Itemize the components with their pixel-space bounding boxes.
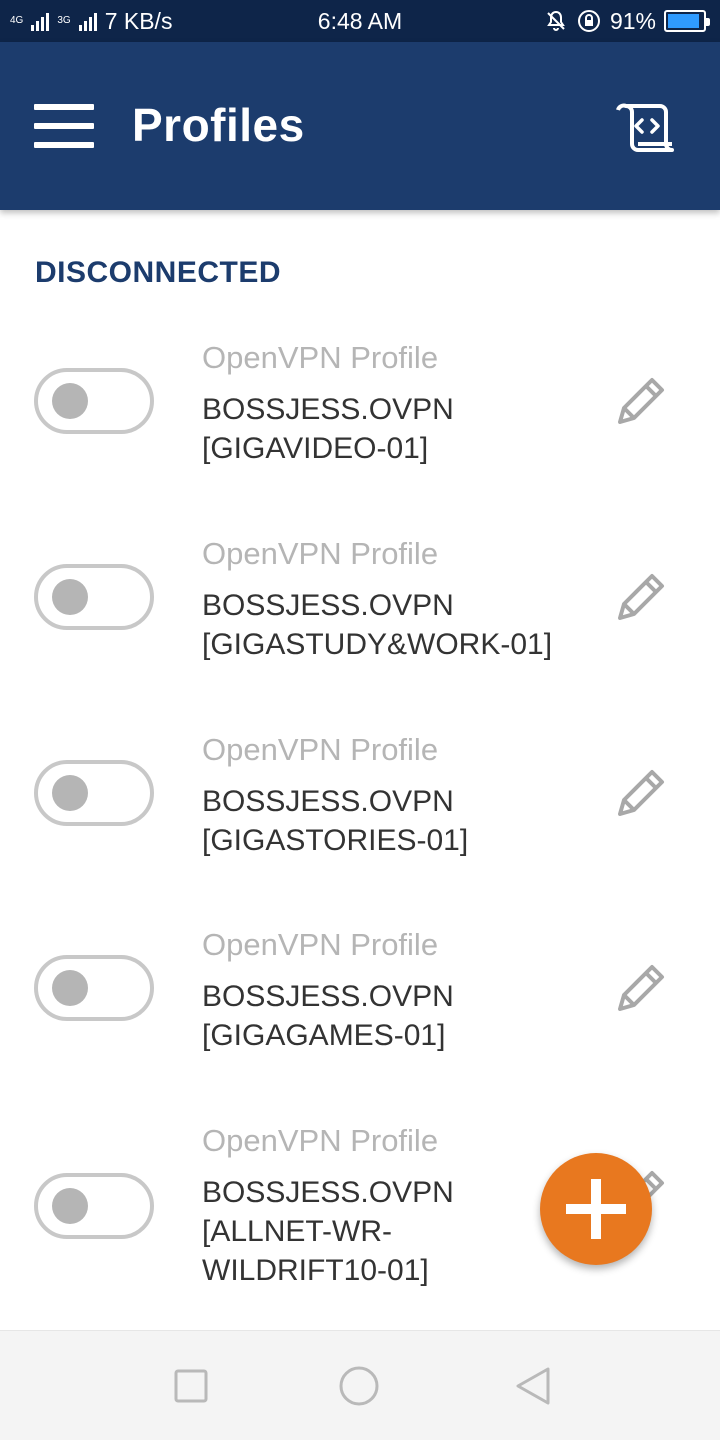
pencil-icon[interactable] [612,764,670,822]
connection-toggle[interactable] [34,760,154,826]
profile-row: OpenVPN Profile BOSSJESS.OVPN [GIGASTORI… [0,722,720,912]
profile-name[interactable]: BOSSJESS.OVPN [GIGASTUDY&WORK-01] [202,586,592,664]
square-icon[interactable] [170,1365,212,1407]
status-bar: 4G 3G 7 KB/s 6:48 AM 91% [0,0,720,42]
triangle-back-icon[interactable] [512,1365,554,1407]
toggle-knob [52,383,88,419]
add-profile-button[interactable] [540,1153,652,1265]
profile-type: OpenVPN Profile [202,927,439,962]
signal-strength-icon-2 [78,11,97,31]
toggle-knob [52,579,88,615]
profile-row: OpenVPN Profile BOSSJESS.OVPN [GIGAVIDEO… [0,330,720,520]
profile-name[interactable]: BOSSJESS.OVPN [GIGAGAMES-01] [202,977,592,1055]
section-header-disconnected: DISCONNECTED [35,256,282,289]
screen: 4G 3G 7 KB/s 6:48 AM 91% Profiles DISCON… [0,0,720,1440]
network-type-label-2: 3G [57,14,71,26]
pencil-icon[interactable] [612,372,670,430]
status-right: 91% [544,7,710,35]
profile-type: OpenVPN Profile [202,340,439,375]
profile-name[interactable]: BOSSJESS.OVPN [ALLNET-WR-WILDRIFT10-01] [202,1173,472,1290]
toggle-knob [52,1188,88,1224]
rotation-lock-icon [577,10,600,32]
profile-row: OpenVPN Profile BOSSJESS.OVPN [GIGASTUDY… [0,526,720,716]
toggle-knob [52,775,88,811]
profile-type: OpenVPN Profile [202,536,439,571]
pencil-icon[interactable] [612,568,670,626]
pencil-icon[interactable] [612,959,670,1017]
system-nav-bar [0,1330,720,1440]
hamburger-menu-icon[interactable] [34,104,94,148]
profile-type: OpenVPN Profile [202,1123,439,1158]
profile-name[interactable]: BOSSJESS.OVPN [GIGAVIDEO-01] [202,390,592,468]
toggle-knob [52,970,88,1006]
battery-icon [664,10,710,32]
battery-percent: 91% [609,7,656,34]
connection-toggle[interactable] [34,955,154,1021]
app-bar: Profiles [0,42,720,210]
network-speed: 7 KB/s [104,7,173,34]
connection-toggle[interactable] [34,1173,154,1239]
circle-icon[interactable] [338,1365,380,1407]
import-profile-icon[interactable] [614,98,678,158]
bell-off-icon [547,10,565,31]
network-type-label: 4G [10,14,24,26]
connection-toggle[interactable] [34,368,154,434]
profile-name[interactable]: BOSSJESS.OVPN [GIGASTORIES-01] [202,782,592,860]
profile-type: OpenVPN Profile [202,732,439,767]
page-title: Profiles [132,99,305,151]
connection-toggle[interactable] [34,564,154,630]
plus-icon-vertical [591,1179,601,1239]
signal-strength-icon [31,11,50,31]
status-left: 4G 3G 7 KB/s [10,8,172,35]
profile-row: OpenVPN Profile BOSSJESS.OVPN [GIGAGAMES… [0,917,720,1107]
battery-level [668,14,699,28]
